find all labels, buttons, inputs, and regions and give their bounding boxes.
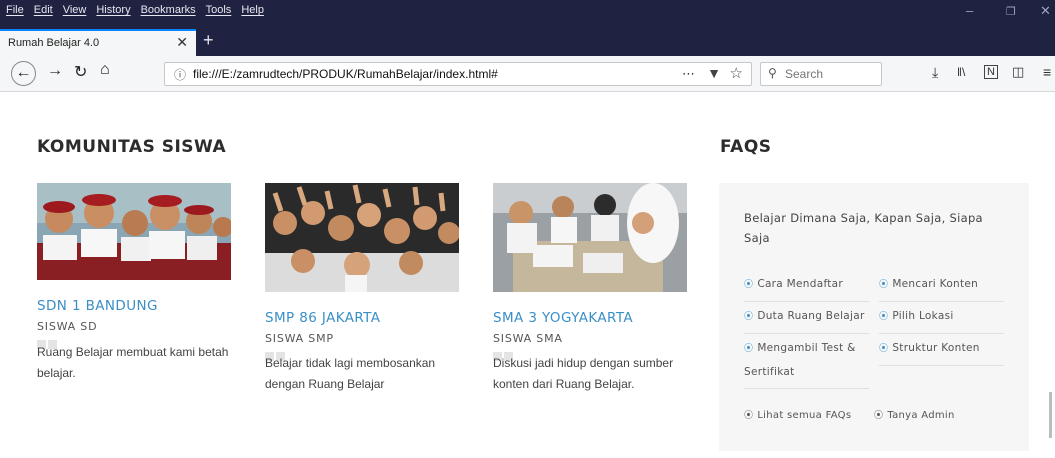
- tab-title: Rumah Belajar 4.0: [8, 37, 100, 49]
- faq-footer-label: Lihat semua FAQs: [757, 410, 852, 421]
- circle-arrow-icon: ⦿: [879, 344, 889, 354]
- search-icon: ⚲: [768, 66, 777, 80]
- reload-icon[interactable]: ↻: [74, 62, 87, 82]
- faq-link-duta-ruang-belajar[interactable]: ⦿ Duta Ruang Belajar: [744, 305, 869, 334]
- back-icon[interactable]: ←: [11, 61, 36, 86]
- students-photo-sd: [37, 183, 231, 280]
- faq-link-label: Mengambil Test & Sertifikat: [744, 342, 856, 378]
- faqs-heading: FAQS: [720, 137, 772, 157]
- faq-link-label: Pilih Lokasi: [892, 310, 954, 322]
- bookmark-star-icon[interactable]: ☆: [730, 64, 743, 82]
- community-heading: KOMUNITAS SISWA: [37, 137, 227, 157]
- circle-arrow-icon: ⦿: [744, 280, 754, 290]
- circle-arrow-icon: ⦿: [744, 411, 754, 421]
- menu-list: File Edit View History Bookmarks Tools H…: [6, 4, 264, 16]
- tab-rumah-belajar[interactable]: Rumah Belajar 4.0 ✕: [0, 29, 196, 56]
- sidebar-icon[interactable]: ◫: [1012, 64, 1024, 80]
- circle-arrow-icon: ⦿: [874, 411, 884, 421]
- restore-icon[interactable]: ❐: [1006, 5, 1016, 18]
- forward-icon[interactable]: →: [47, 62, 63, 80]
- circle-arrow-icon: ⦿: [744, 344, 754, 354]
- school-name[interactable]: SMA 3 YOGYAKARTA: [493, 310, 633, 326]
- library-icon[interactable]: ‖\: [957, 65, 965, 79]
- extension-n-icon[interactable]: N: [984, 65, 998, 79]
- community-card-sd: SDN 1 BANDUNG SISWA SD Ruang Belajar mem…: [37, 183, 237, 398]
- faq-link-struktur-konten[interactable]: ⦿ Struktur Konten: [879, 337, 1004, 366]
- students-photo-smp: [265, 183, 459, 292]
- window-close-icon[interactable]: ✕: [1040, 3, 1051, 19]
- students-photo-sma: [493, 183, 687, 292]
- testimonial-text: Belajar tidak lagi membosankan dengan Ru…: [265, 356, 436, 391]
- circle-arrow-icon: ⦿: [879, 312, 889, 322]
- school-name[interactable]: SMP 86 JAKARTA: [265, 310, 380, 326]
- testimonial-text: Diskusi jadi hidup dengan sumber konten …: [493, 356, 674, 391]
- faq-link-mengambil-test[interactable]: ⦿ Mengambil Test & Sertifikat: [744, 337, 869, 389]
- info-icon[interactable]: ⓘ: [174, 66, 186, 83]
- faq-link-tanya-admin[interactable]: ⦿ Tanya Admin: [874, 408, 955, 421]
- faq-link-label: Mencari Konten: [892, 278, 979, 290]
- menu-hamburger-icon[interactable]: ≡: [1043, 64, 1051, 80]
- faq-link-lihat-semua[interactable]: ⦿ Lihat semua FAQs: [744, 408, 851, 421]
- faq-link-cara-mendaftar[interactable]: ⦿ Cara Mendaftar: [744, 273, 869, 302]
- tab-close-icon[interactable]: ✕: [176, 34, 188, 51]
- page-actions-icon[interactable]: ⋯: [682, 66, 695, 82]
- community-card-smp: SMP 86 JAKARTA SISWA SMP Belajar tidak l…: [265, 183, 465, 398]
- faq-link-label: Cara Mendaftar: [757, 278, 844, 290]
- faq-link-mencari-konten[interactable]: ⦿ Mencari Konten: [879, 273, 1004, 302]
- menu-file[interactable]: File: [6, 4, 24, 16]
- url-text[interactable]: file:///E:/zamrudtech/PRODUK/RumahBelaja…: [193, 67, 498, 81]
- page-scrollbar-thumb[interactable]: [1049, 392, 1052, 438]
- tab-strip: Rumah Belajar 4.0 ✕ +: [0, 22, 1055, 56]
- circle-arrow-icon: ⦿: [744, 312, 754, 322]
- url-bar[interactable]: ⓘ file:///E:/zamrudtech/PRODUK/RumahBela…: [164, 62, 752, 86]
- school-name[interactable]: SDN 1 BANDUNG: [37, 298, 158, 314]
- pocket-icon[interactable]: ▼: [707, 65, 721, 81]
- menu-help[interactable]: Help: [241, 4, 264, 16]
- faq-footer-label: Tanya Admin: [887, 410, 955, 421]
- download-icon[interactable]: ⤓: [932, 64, 938, 81]
- circle-arrow-icon: ⦿: [879, 280, 889, 290]
- community-card-sma: SMA 3 YOGYAKARTA SISWA SMA Diskusi jadi …: [493, 183, 693, 398]
- menu-view[interactable]: View: [63, 4, 87, 16]
- faq-link-pilih-lokasi[interactable]: ⦿ Pilih Lokasi: [879, 305, 1004, 334]
- menu-history[interactable]: History: [96, 4, 130, 16]
- faq-panel: Belajar Dimana Saja, Kapan Saja, Siapa S…: [719, 183, 1029, 451]
- student-level: SISWA SD: [37, 320, 98, 333]
- faq-intro-text: Belajar Dimana Saja, Kapan Saja, Siapa S…: [744, 211, 983, 245]
- testimonial-text: Ruang Belajar membuat kami betah belajar…: [37, 345, 229, 380]
- menu-bookmarks[interactable]: Bookmarks: [141, 4, 196, 16]
- student-level: SISWA SMA: [493, 332, 563, 345]
- home-icon[interactable]: ⌂: [100, 61, 110, 79]
- menu-tools[interactable]: Tools: [206, 4, 232, 16]
- navigation-toolbar: ← → ↻ ⌂ ⓘ file:///E:/zamrudtech/PRODUK/R…: [0, 56, 1055, 92]
- minimize-icon[interactable]: –: [966, 3, 973, 18]
- search-input[interactable]: [785, 66, 877, 82]
- menu-bar: File Edit View History Bookmarks Tools H…: [0, 0, 1055, 22]
- faq-link-label: Duta Ruang Belajar: [757, 310, 865, 322]
- menu-edit[interactable]: Edit: [34, 4, 53, 16]
- search-bar[interactable]: ⚲: [760, 62, 882, 86]
- new-tab-icon[interactable]: +: [203, 30, 214, 51]
- student-level: SISWA SMP: [265, 332, 334, 345]
- faq-link-label: Struktur Konten: [892, 342, 980, 354]
